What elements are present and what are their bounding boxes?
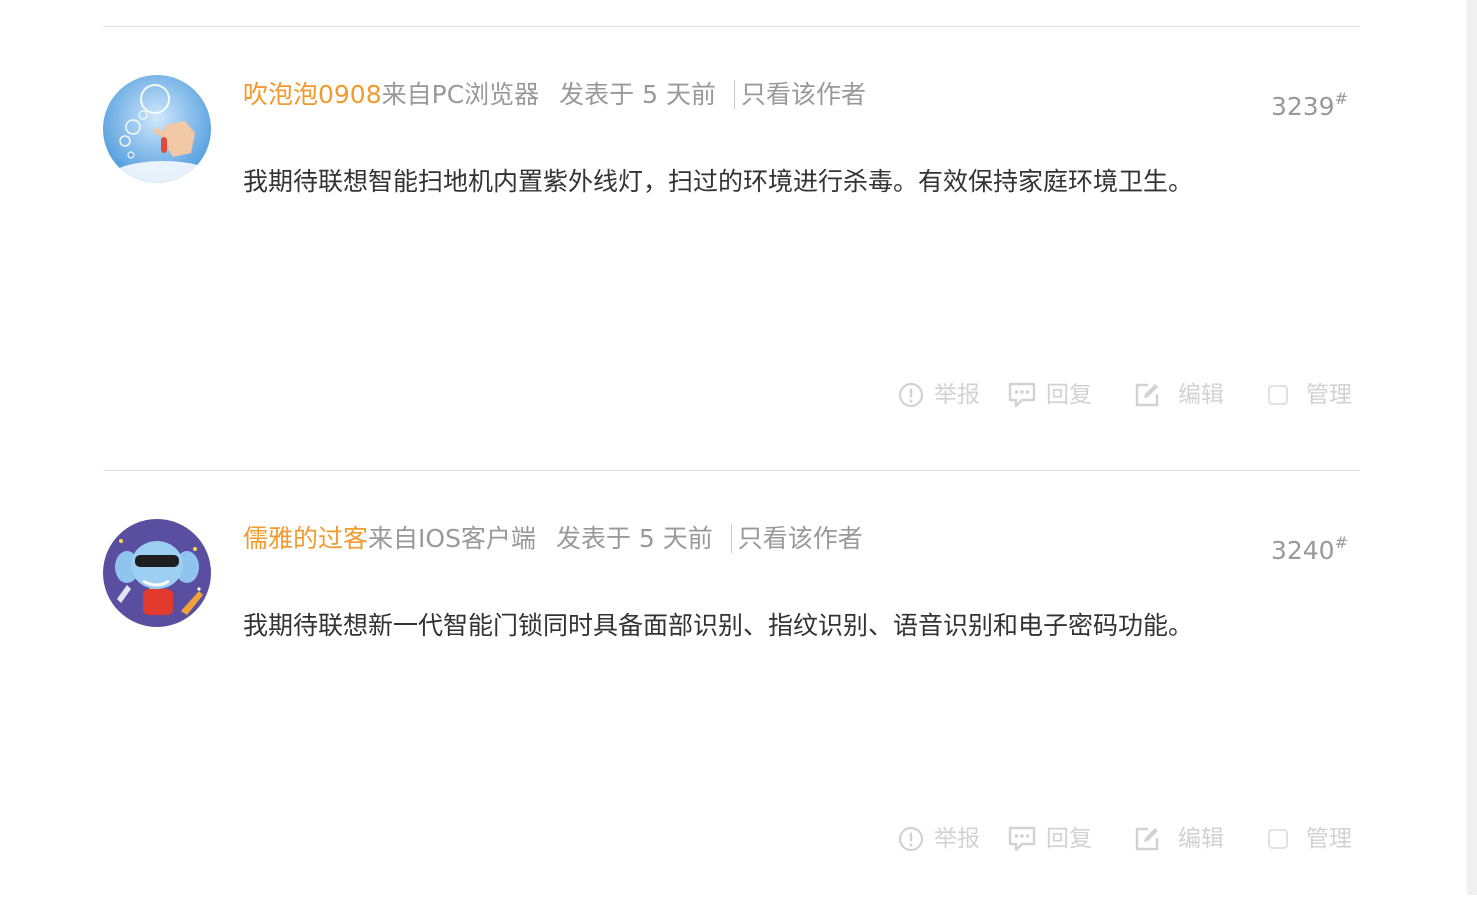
post-time: 发表于 5 天前 xyxy=(555,524,713,553)
warning-icon xyxy=(898,826,924,852)
reply-button[interactable]: 回复 xyxy=(1008,821,1092,857)
manage-label: 管理 xyxy=(1306,826,1352,852)
post-source: 来自PC浏览器 xyxy=(381,80,540,109)
post-actions: 举报 回复 编辑 管理 xyxy=(898,821,1352,857)
post-time: 发表于 5 天前 xyxy=(559,80,716,109)
reply-post: 儒雅的过客来自IOS客户端 发表于 5 天前 只看该作者 3240# 我期待联想新一… xyxy=(103,470,1360,915)
edit-label: 编辑 xyxy=(1178,826,1224,852)
only-author-link[interactable]: 只看该作者 xyxy=(730,524,863,553)
post-content: 我期待联想新一代智能门锁同时具备面部识别、指纹识别、语音识别和电子密码功能。 xyxy=(243,611,1194,640)
cartoon-elephant-avatar xyxy=(103,519,211,627)
manage-button[interactable]: 管理 xyxy=(1268,821,1352,857)
report-label: 举报 xyxy=(934,382,980,408)
avatar[interactable] xyxy=(103,75,211,183)
floor-mark: # xyxy=(1334,88,1348,108)
post-meta: 儒雅的过客来自IOS客户端 发表于 5 天前 只看该作者 xyxy=(243,521,863,557)
report-label: 举报 xyxy=(934,826,980,852)
floor-number-value: 3240 xyxy=(1270,536,1335,565)
floor-number-value: 3239 xyxy=(1270,92,1335,121)
edit-label: 编辑 xyxy=(1178,382,1224,408)
only-author-link[interactable]: 只看该作者 xyxy=(733,80,866,109)
floor-mark: # xyxy=(1334,532,1348,552)
post-content: 我期待联想智能扫地机内置紫外线灯，扫过的环境进行杀毒。有效保持家庭环境卫生。 xyxy=(243,167,1194,196)
post-actions: 举报 回复 编辑 管理 xyxy=(898,377,1352,413)
edit-icon xyxy=(1134,826,1160,852)
warning-icon xyxy=(898,382,924,408)
reply-button[interactable]: 回复 xyxy=(1008,377,1092,413)
reply-label: 回复 xyxy=(1046,826,1092,852)
post-meta: 吹泡泡0908来自PC浏览器 发表于 5 天前 只看该作者 xyxy=(243,77,866,113)
edit-button[interactable]: 编辑 xyxy=(1134,821,1224,857)
manage-button[interactable]: 管理 xyxy=(1268,377,1352,413)
reply-post: 吹泡泡0908来自PC浏览器 发表于 5 天前 只看该作者 3239# 我期待联想智… xyxy=(103,26,1360,471)
avatar[interactable] xyxy=(103,519,211,627)
comment-icon xyxy=(1008,826,1036,852)
manage-label: 管理 xyxy=(1306,382,1352,408)
username-link[interactable]: 吹泡泡0908 xyxy=(243,80,382,109)
post-source: 来自IOS客户端 xyxy=(368,524,536,553)
floor-number[interactable]: 3239# xyxy=(1271,89,1348,125)
floor-number[interactable]: 3240# xyxy=(1271,533,1348,569)
edit-icon xyxy=(1134,382,1160,408)
reply-label: 回复 xyxy=(1046,382,1092,408)
bubble-blowing-avatar xyxy=(103,75,211,183)
comment-icon xyxy=(1008,382,1036,408)
edit-button[interactable]: 编辑 xyxy=(1134,377,1224,413)
username-link[interactable]: 儒雅的过客 xyxy=(243,524,368,553)
page-scrollbar-track[interactable] xyxy=(1467,0,1477,895)
checkbox-icon[interactable] xyxy=(1268,385,1288,405)
report-button[interactable]: 举报 xyxy=(898,377,980,413)
checkbox-icon[interactable] xyxy=(1268,829,1288,849)
report-button[interactable]: 举报 xyxy=(898,821,980,857)
